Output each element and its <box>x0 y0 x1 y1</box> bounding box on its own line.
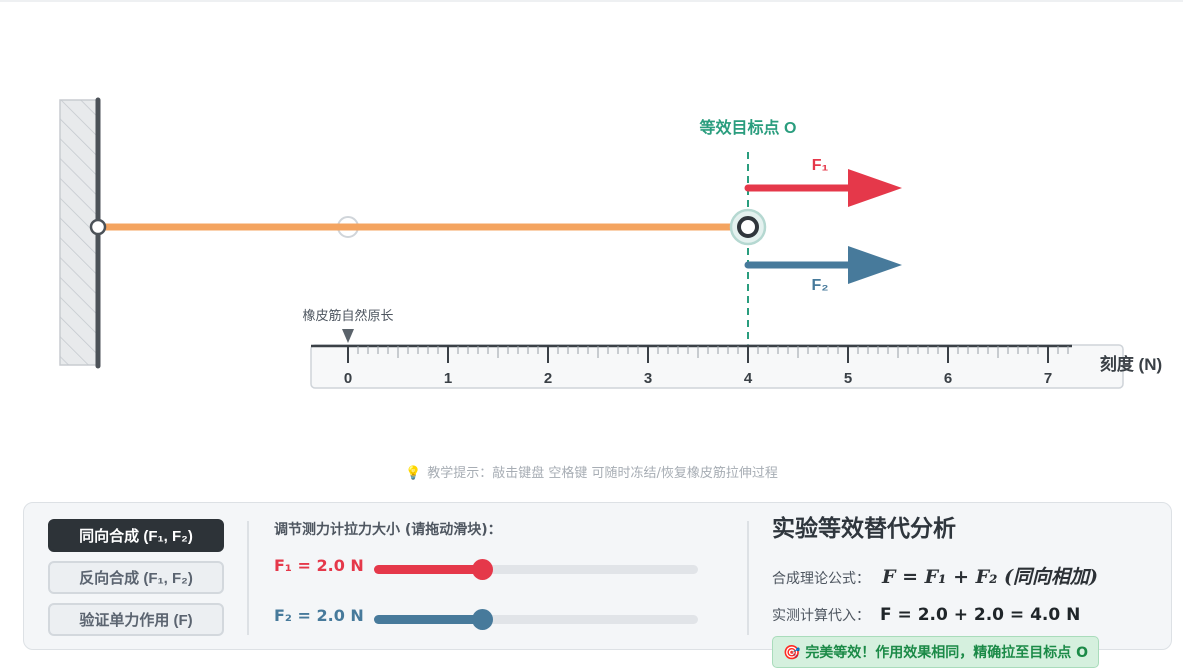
calc-row: 实测计算代入： F = 2.0 + 2.0 = 4.0 N <box>772 596 1167 634</box>
f1-label: F₁ = 2.0 N <box>274 556 364 575</box>
target-icon: 🎯 <box>783 645 801 661</box>
calc-value: F = 2.0 + 2.0 = 4.0 N <box>880 605 1081 625</box>
ruler-tick-label: 3 <box>644 370 652 387</box>
f2-slider[interactable] <box>374 609 698 630</box>
f2-slider-thumb[interactable] <box>472 609 493 630</box>
mode-buttons: 同向合成 (F₁, F₂) 反向合成 (F₁, F₂) 验证单力作用 (F) <box>48 519 224 645</box>
mode-single-force-button[interactable]: 验证单力作用 (F) <box>48 603 224 636</box>
result-badge: 🎯 完美等效！作用效果相同，精确拉至目标点 O <box>772 636 1100 668</box>
force-sliders: 调节测力计拉力大小 (请拖动滑块)： F₁ = 2.0 N F₂ = 2.0 N <box>274 519 704 646</box>
natural-length-marker: 橡皮筋自然原长 <box>302 308 394 343</box>
formula-row: 合成理论公式： F = F₁ + F₂ (同向相加) <box>772 558 1167 596</box>
ruler: 0 1 2 3 4 5 6 7 刻度 (N) <box>310 344 1162 389</box>
divider <box>247 521 249 635</box>
knot-point[interactable] <box>729 208 767 246</box>
f2-label: F₂ = 2.0 N <box>274 606 364 625</box>
force-arrow-f2: F₂ <box>744 246 902 294</box>
f2-slider-fill <box>374 615 482 624</box>
analysis-panel: 实验等效替代分析 合成理论公式： F = F₁ + F₂ (同向相加) 实测计算代… <box>772 509 1167 668</box>
lightbulb-icon: 💡 <box>405 466 422 481</box>
ruler-tick-label: 0 <box>344 370 352 387</box>
f2-slider-row: F₂ = 2.0 N <box>274 596 704 646</box>
sliders-title: 调节测力计拉力大小 (请拖动滑块)： <box>274 522 502 538</box>
natural-length-label: 橡皮筋自然原长 <box>302 308 393 323</box>
ruler-tick-label: 6 <box>944 370 952 387</box>
wall-anchor <box>89 218 107 236</box>
divider <box>747 521 749 635</box>
formula: F = F₁ + F₂ (同向相加) <box>882 566 1099 588</box>
ruler-tick-label: 4 <box>744 370 753 387</box>
f1-slider-row: F₁ = 2.0 N <box>274 546 704 596</box>
force-arrow-f1: F₁ <box>744 157 902 207</box>
target-label: 等效目标点 O <box>699 118 797 137</box>
mode-opposite-direction-button[interactable]: 反向合成 (F₁, F₂) <box>48 561 224 594</box>
ruler-tick-label: 2 <box>544 370 552 387</box>
ruler-tick-label: 1 <box>444 370 452 387</box>
force-label-f2: F₂ <box>812 277 829 294</box>
force-label-f1: F₁ <box>812 157 829 174</box>
ruler-unit-label: 刻度 (N) <box>1100 354 1162 374</box>
formula-label: 合成理论公式： <box>772 571 870 587</box>
mode-same-direction-button[interactable]: 同向合成 (F₁, F₂) <box>48 519 224 552</box>
wall <box>59 97 101 369</box>
f1-slider[interactable] <box>374 559 698 580</box>
simulation-canvas: 等效目标点 O F₁ F₂ 0 1 2 3 4 5 6 7 刻度 (N) 橡皮筋自然原长 <box>59 97 1162 389</box>
hint-text: 教学提示：敲击键盘 空格键 可随时冻结/恢复橡皮筋拉伸过程 <box>427 466 778 481</box>
ruler-tick-label: 7 <box>1044 370 1052 387</box>
teaching-hint: 💡 教学提示：敲击键盘 空格键 可随时冻结/恢复橡皮筋拉伸过程 <box>0 462 1183 481</box>
f1-slider-thumb[interactable] <box>472 559 493 580</box>
control-panel: 同向合成 (F₁, F₂) 反向合成 (F₁, F₂) 验证单力作用 (F) 调… <box>23 502 1172 668</box>
result-text: 完美等效！作用效果相同，精确拉至目标点 O <box>805 645 1089 661</box>
analysis-title: 实验等效替代分析 <box>772 516 956 542</box>
f1-slider-fill <box>374 565 482 574</box>
ruler-tick-label: 5 <box>844 370 852 387</box>
calc-label: 实测计算代入： <box>772 608 870 624</box>
